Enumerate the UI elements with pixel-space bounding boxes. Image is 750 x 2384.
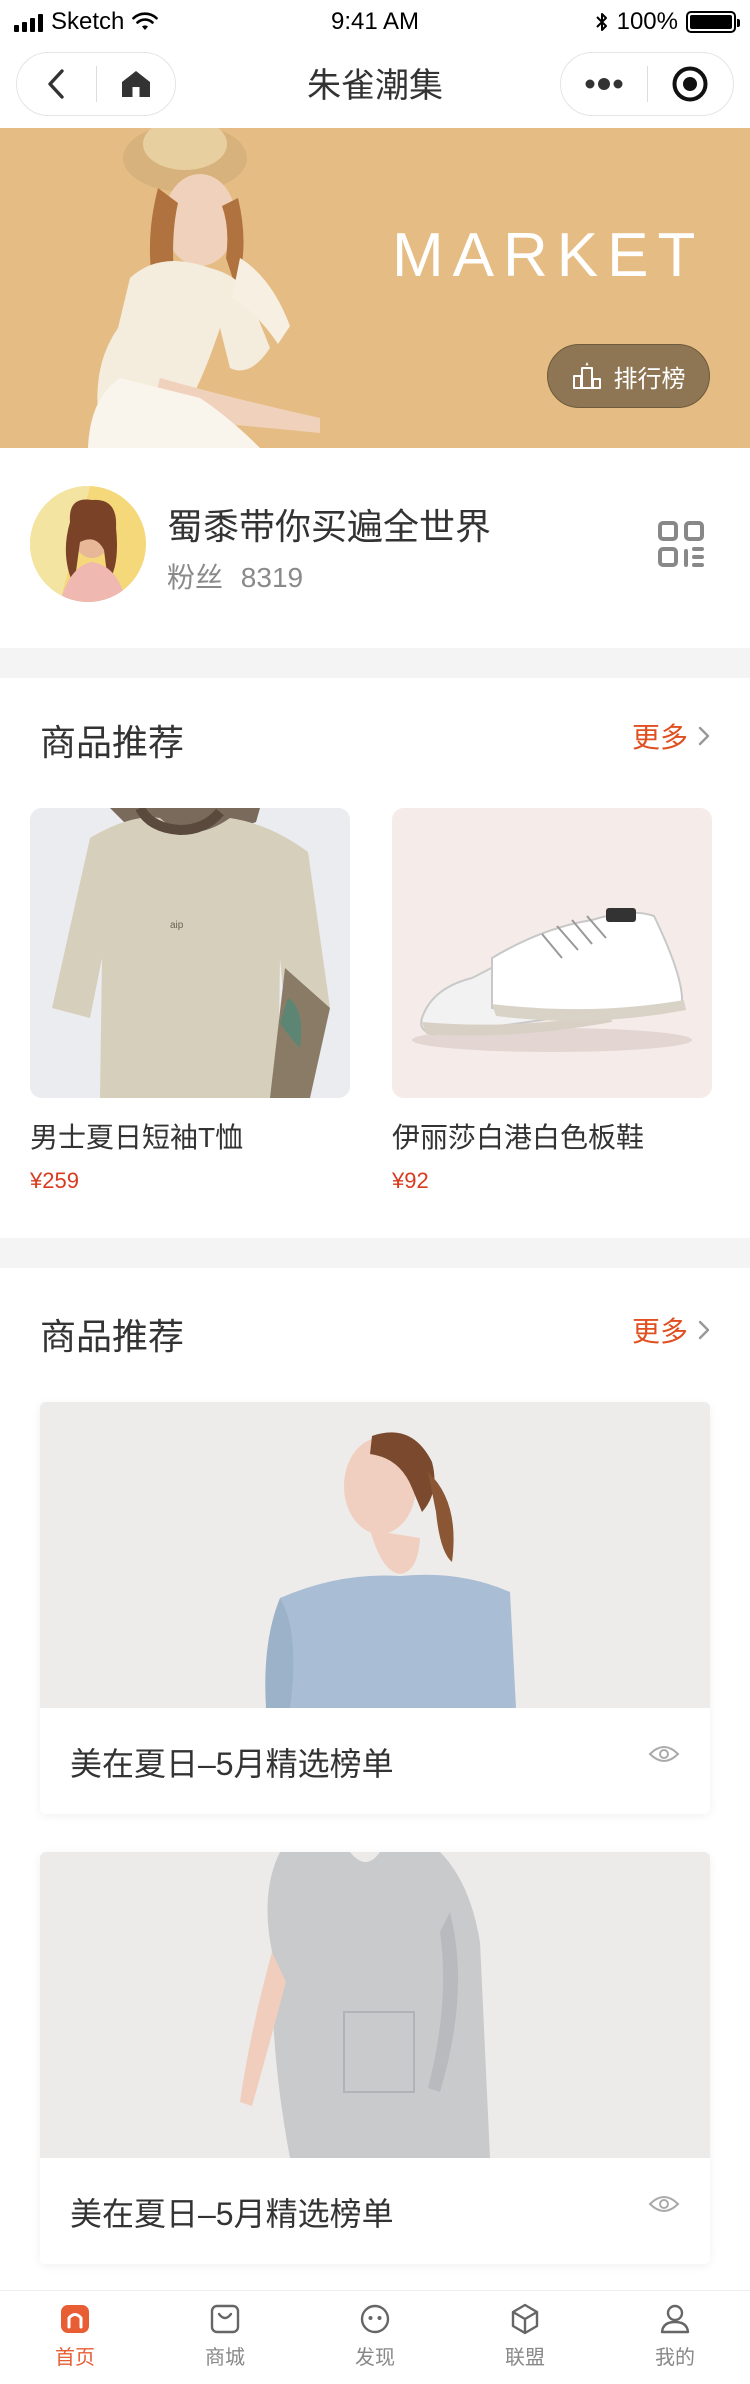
section-title: 商品推荐 xyxy=(40,1316,185,1357)
back-arrow-icon xyxy=(48,69,64,99)
tab-home[interactable]: 首页 xyxy=(0,2291,150,2384)
fans-count: 8319 xyxy=(240,562,304,593)
collection-title: 美在夏日–5月精选榜单 xyxy=(70,2196,394,2232)
cube-icon xyxy=(511,2303,539,2335)
battery-label: 100% xyxy=(616,8,678,35)
target-close-icon xyxy=(672,66,708,102)
section-title: 商品推荐 xyxy=(40,722,185,763)
qr-code-icon[interactable] xyxy=(657,520,705,568)
fans-label: 粉丝 xyxy=(167,562,224,593)
collection-title: 美在夏日–5月精选榜单 xyxy=(70,1746,394,1782)
eye-icon xyxy=(648,2196,680,2212)
product-image xyxy=(392,808,712,1098)
sneaker-photo xyxy=(392,808,712,1098)
collection-image xyxy=(40,1402,710,1708)
product-card[interactable]: 伊丽莎白港白色板鞋 ¥92 xyxy=(392,808,712,1194)
banner-title: MARKET xyxy=(392,221,705,290)
status-right: 100% xyxy=(595,8,740,36)
home-button[interactable] xyxy=(97,53,176,115)
nav-right-capsule xyxy=(560,52,734,116)
collection-image xyxy=(40,1852,710,2158)
nav-bar: 朱雀潮集 xyxy=(0,44,750,128)
section-header: 商品推荐 更多 xyxy=(0,1308,750,1368)
banner[interactable]: MARKET 排行榜 xyxy=(0,128,750,448)
tshirt-photo: aip xyxy=(30,808,350,1098)
status-left: Sketch xyxy=(14,8,159,36)
ranking-podium-icon xyxy=(572,362,601,389)
section-divider xyxy=(0,648,750,678)
product-price: ¥92 xyxy=(392,1168,429,1193)
bluetooth-icon xyxy=(595,13,607,31)
tab-alliance[interactable]: 联盟 xyxy=(450,2291,600,2384)
battery-icon xyxy=(686,11,740,33)
more-label: 更多 xyxy=(631,1316,688,1347)
section-header: 商品推荐 更多 xyxy=(0,714,750,774)
shopping-bag-icon xyxy=(210,2304,240,2334)
tab-shop[interactable]: 商城 xyxy=(150,2291,300,2384)
avatar[interactable] xyxy=(30,486,146,602)
chevron-right-icon xyxy=(698,1320,710,1340)
fans-info: 粉丝 8319 xyxy=(167,556,303,596)
profile-name: 蜀黍带你买遍全世界 xyxy=(167,506,492,547)
more-label: 更多 xyxy=(631,722,688,753)
avatar-image xyxy=(30,486,146,602)
collection-card[interactable]: 美在夏日–5月精选榜单 xyxy=(40,1402,710,1814)
tab-label: 发现 xyxy=(355,2347,395,2369)
product-price: ¥259 xyxy=(30,1168,79,1193)
eye-icon xyxy=(648,1746,680,1762)
chevron-right-icon xyxy=(698,726,710,746)
nav-left-capsule xyxy=(16,52,176,116)
more-dots-icon xyxy=(585,78,623,90)
close-app-button[interactable] xyxy=(648,53,734,115)
tab-label: 联盟 xyxy=(505,2347,545,2369)
carrier-label: Sketch xyxy=(51,8,125,35)
product-name: 男士夏日短袖T恤 xyxy=(30,1122,244,1153)
tab-label: 商城 xyxy=(205,2347,245,2369)
status-bar: Sketch 9:41 AM 100% xyxy=(0,0,750,44)
collection-card[interactable]: 美在夏日–5月精选榜单 xyxy=(40,1852,710,2264)
tab-label: 首页 xyxy=(55,2347,95,2369)
home-icon xyxy=(61,2305,89,2333)
profile-card: 蜀黍带你买遍全世界 粉丝 8319 xyxy=(0,448,750,648)
page: Sketch 9:41 AM 100% 朱雀潮集 MARKET 排行榜 蜀黍带你… xyxy=(0,0,750,2384)
product-card[interactable]: aip 男士夏日短袖T恤 ¥259 xyxy=(30,808,350,1194)
more-link[interactable]: 更多 xyxy=(632,716,710,756)
battery-fill xyxy=(690,15,732,29)
banner-model-illustration xyxy=(88,128,320,448)
svg-text:aip: aip xyxy=(170,920,184,931)
tab-label: 我的 xyxy=(655,2347,695,2369)
tab-bar: 首页 商城 发现 联盟 我的 xyxy=(0,2290,750,2384)
signal-icon xyxy=(14,12,43,32)
tab-mine[interactable]: 我的 xyxy=(600,2291,750,2384)
model-blue-top-photo xyxy=(40,1402,710,1708)
back-button[interactable] xyxy=(17,53,96,115)
wifi-icon xyxy=(132,12,159,30)
product-image: aip xyxy=(30,808,350,1098)
user-icon xyxy=(660,2304,690,2334)
tab-discover[interactable]: 发现 xyxy=(300,2291,450,2384)
product-name: 伊丽莎白港白色板鞋 xyxy=(392,1122,645,1153)
more-menu-button[interactable] xyxy=(561,53,647,115)
model-grey-dress-photo xyxy=(40,1852,710,2158)
ranking-button[interactable]: 排行榜 xyxy=(547,344,710,408)
discover-icon xyxy=(360,2304,390,2334)
section-divider xyxy=(0,1238,750,1268)
more-link[interactable]: 更多 xyxy=(632,1310,710,1350)
ranking-label: 排行榜 xyxy=(613,365,686,393)
home-icon xyxy=(121,71,150,97)
